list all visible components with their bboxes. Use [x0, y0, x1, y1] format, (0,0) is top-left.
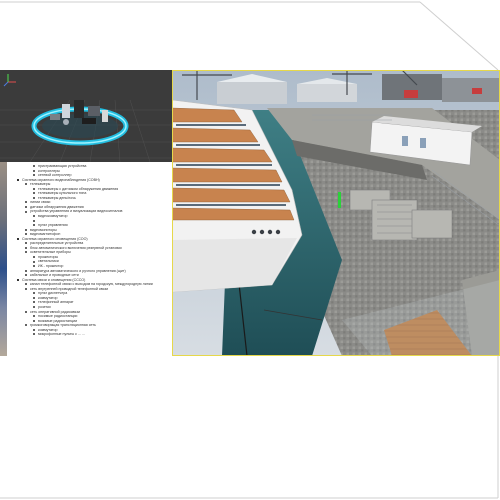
equipment-scene-graphic — [0, 70, 172, 162]
bullet-icon — [25, 205, 27, 208]
document-line-text: Система связи и оповещения (СССО) — [22, 277, 86, 282]
document-line: микрофонные пульты с ... ... — [9, 332, 171, 337]
bullet-icon — [33, 169, 35, 172]
bullet-icon — [33, 296, 35, 299]
bullet-icon — [25, 183, 27, 186]
document-line-text: устройства управления и визуализации вид… — [30, 209, 123, 214]
document-line-text: телекамеры купольного типа — [38, 191, 87, 196]
equipment-3d-preview[interactable] — [0, 70, 172, 162]
document-line-text: возимые радиостанции — [38, 318, 78, 323]
document-line-text: кабельные и проводные сети — [30, 273, 79, 278]
bullet-icon — [25, 233, 27, 236]
bullet-icon — [25, 251, 27, 254]
bullet-icon — [33, 315, 35, 318]
document-line-text: осветительные приборы — [30, 250, 71, 255]
bullet-icon — [25, 269, 27, 272]
bullet-icon — [25, 228, 27, 231]
document-line-text: датчики обнаружения движения — [30, 204, 84, 209]
bullet-icon — [25, 201, 27, 204]
main-3d-viewport[interactable] — [172, 70, 500, 356]
bullet-icon — [33, 319, 35, 322]
document-line-text: видеокоммутатор — [38, 214, 68, 219]
document-line-text: ИК - прожектор — [38, 264, 64, 269]
bullet-icon — [33, 196, 35, 199]
bullet-icon — [25, 246, 27, 249]
document-line-text: коммутатор — [38, 327, 58, 332]
document-line-text: контроллеры — [38, 168, 60, 173]
bullet-icon — [25, 274, 27, 277]
application-window: пристраивающая устройства контроллеры сете… — [0, 70, 500, 356]
bullet-icon — [33, 224, 35, 227]
bullet-icon — [17, 237, 19, 240]
document-line-text: канал телефонной связи с выходом на горо… — [30, 282, 153, 287]
bullet-icon — [33, 306, 35, 308]
port-scene-graphic — [172, 70, 500, 356]
document-line-text: видеомагнитофон — [30, 232, 61, 237]
bullet-icon — [33, 174, 35, 177]
document-line-text: блок автоматического включения резервной… — [30, 245, 122, 250]
document-line-text: пристраивающая устройства — [38, 164, 87, 168]
bullet-icon — [25, 287, 27, 290]
bullet-icon — [33, 333, 35, 336]
document-line-text: Система охранного оповещения (СОО) — [22, 236, 88, 241]
bullet-icon — [25, 324, 27, 327]
document-line-text: розетки — [38, 304, 51, 309]
document-line-text: сеть внутренней проводной телефонной свя… — [30, 286, 109, 291]
document-line-text: видеомониторы — [30, 227, 57, 232]
bullet-icon — [33, 301, 35, 304]
bullet-icon — [33, 292, 35, 295]
document-line-text: телефонный аппарат — [38, 300, 74, 305]
bullet-icon — [33, 219, 35, 222]
document-thumbnail-strip — [0, 162, 7, 356]
document-panel[interactable]: пристраивающая устройства контроллеры сете… — [0, 162, 172, 356]
bullet-icon — [25, 283, 27, 286]
document-outline: пристраивающая устройства контроллеры сете… — [9, 164, 171, 337]
document-line-text: сетевой контроллер — [38, 173, 72, 178]
bullet-icon — [33, 192, 35, 195]
document-line-text: телекамеры день/ночь — [38, 195, 76, 200]
document-line-text: светильники — [38, 259, 59, 264]
bullet-icon — [33, 328, 35, 331]
document-line-text: микрофонные пульты с ... ... — [38, 332, 85, 337]
bullet-icon — [33, 255, 35, 258]
document-line-text: линии связи — [30, 200, 51, 205]
document-line-text: пульт управления — [38, 223, 68, 228]
document-line-text: распределительные устройства — [30, 241, 84, 246]
document-line-text: аппаратура автоматического и ручного упр… — [30, 268, 126, 273]
document-line-text: телекамеры с датчиком обнаружения движен… — [38, 186, 119, 191]
document-line-text: сеть оперативной радиосвязи — [30, 309, 80, 314]
bullet-icon — [17, 178, 19, 181]
document-line-text: пульт диспетчера — [38, 291, 68, 296]
document-line-text: телекамеры — [30, 182, 51, 187]
bullet-icon — [33, 215, 35, 218]
bullet-icon — [33, 265, 35, 268]
bullet-icon — [25, 310, 27, 313]
document-line-text: Система охранного видеонаблюдения (СОВН) — [22, 177, 100, 182]
bullet-icon — [33, 165, 35, 168]
document-line-text: громкоговорящая трансляционная сеть — [30, 323, 96, 328]
document-line-text: носимые радиостанции — [38, 314, 78, 319]
bullet-icon — [25, 210, 27, 213]
bullet-icon — [33, 260, 35, 263]
bullet-icon — [25, 242, 27, 245]
bullet-icon — [17, 278, 19, 281]
document-line-text: коммутатор — [38, 295, 58, 300]
bullet-icon — [33, 187, 35, 190]
document-line-text: прожекторы — [38, 254, 59, 259]
